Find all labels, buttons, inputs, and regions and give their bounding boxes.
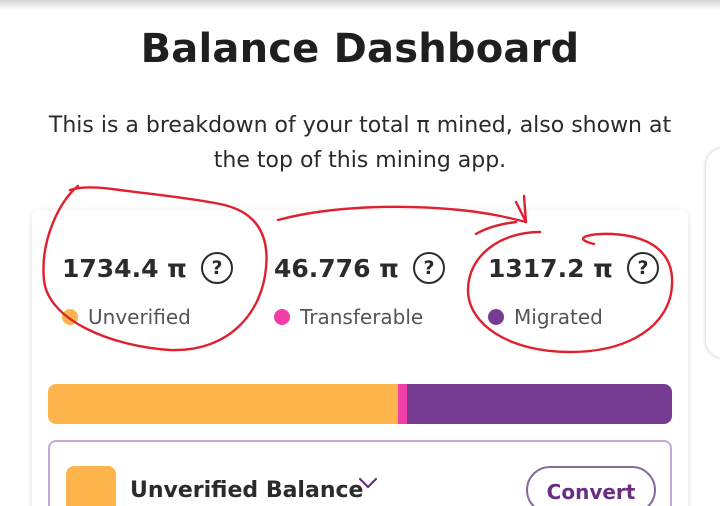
page-title: Balance Dashboard — [140, 26, 580, 72]
balance-amount: 46.776 π — [274, 253, 399, 283]
balance-color-swatch — [66, 466, 116, 506]
balance-stat-unverified: 1734.4 π ? Unverified — [62, 250, 272, 330]
balance-breakdown-bar — [48, 384, 672, 424]
side-panel-edge — [706, 148, 720, 358]
page-description: This is a breakdown of your total π mine… — [48, 113, 672, 173]
bar-segment-migrated — [407, 384, 672, 424]
help-icon[interactable]: ? — [412, 252, 445, 284]
bar-segment-unverified — [48, 384, 398, 424]
bar-segment-transferable — [398, 384, 407, 424]
panel-title: Unverified Balance — [130, 478, 364, 503]
convert-button[interactable]: Convert — [526, 466, 656, 506]
legend-dot — [62, 309, 78, 325]
balance-amount: 1317.2 π — [488, 253, 613, 283]
top-bar-shadow — [0, 0, 720, 10]
help-icon[interactable]: ? — [626, 252, 659, 284]
balance-stat-transferable: 46.776 π ? Transferable — [274, 250, 484, 330]
chevron-down-icon[interactable] — [358, 476, 378, 490]
help-icon[interactable]: ? — [200, 252, 233, 284]
balance-stat-migrated: 1317.2 π ? Migrated — [488, 250, 698, 330]
unverified-balance-panel[interactable]: Unverified Balance Convert — [48, 440, 672, 506]
legend-dot — [274, 309, 290, 325]
balance-label: Unverified — [88, 305, 191, 329]
balance-amount: 1734.4 π — [62, 253, 187, 283]
balance-label: Transferable — [300, 305, 424, 329]
balance-label: Migrated — [514, 305, 603, 329]
legend-dot — [488, 309, 504, 325]
